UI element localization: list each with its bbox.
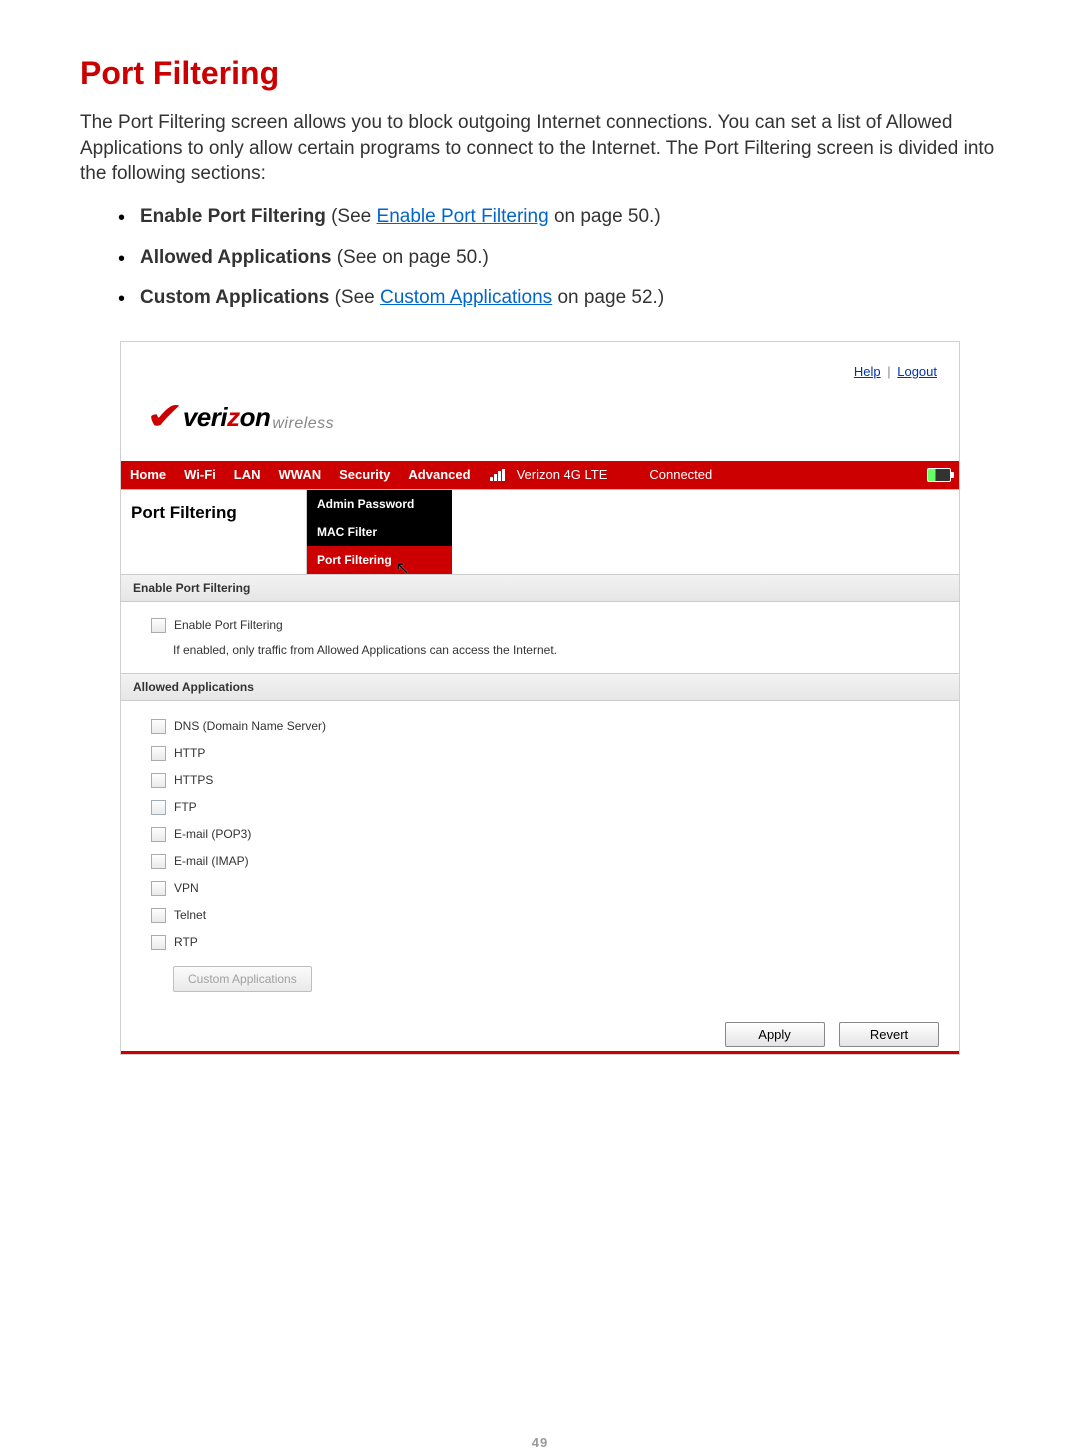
app-checkbox-telnet[interactable] [151,908,166,923]
app-checkbox-http[interactable] [151,746,166,761]
toc-link-enable[interactable]: Enable Port Filtering [377,206,549,227]
toc-item-enable: Enable Port Filtering (See Enable Port F… [140,205,1000,230]
submenu-mac-filter[interactable]: MAC Filter [307,518,452,546]
apply-button[interactable]: Apply [725,1022,825,1047]
app-label: RTP [174,935,198,949]
app-label: HTTP [174,746,205,760]
enable-port-filtering-checkbox[interactable] [151,618,166,633]
logout-link[interactable]: Logout [897,364,937,379]
battery-icon [927,468,951,482]
app-label: HTTPS [174,773,213,787]
intro-paragraph: The Port Filtering screen allows you to … [80,110,1000,187]
revert-button[interactable]: Revert [839,1022,939,1047]
app-checkbox-ftp[interactable] [151,800,166,815]
app-checkbox-pop3[interactable] [151,827,166,842]
app-label: FTP [174,800,197,814]
app-label: DNS (Domain Name Server) [174,719,326,733]
app-checkbox-https[interactable] [151,773,166,788]
logo-check-icon: ✔ [146,406,184,429]
help-link[interactable]: Help [854,364,881,379]
signal-icon [490,469,505,481]
app-checkbox-dns[interactable] [151,719,166,734]
toc-bold: Custom Applications [140,287,329,308]
enable-port-filtering-label: Enable Port Filtering [174,618,283,632]
separator: | [884,364,895,379]
network-label: Verizon 4G LTE [511,461,614,489]
toc-item-allowed: Allowed Applications (See on page 50.) [140,246,1000,271]
app-checkbox-imap[interactable] [151,854,166,869]
custom-applications-button[interactable]: Custom Applications [173,966,312,992]
content-title: Port Filtering [121,490,306,536]
verizon-logo: ✔ verizon wireless [149,383,937,433]
toc-list: Enable Port Filtering (See Enable Port F… [80,205,1000,311]
nav-wwan[interactable]: WWAN [270,461,331,489]
app-checkbox-vpn[interactable] [151,881,166,896]
toc-link-custom[interactable]: Custom Applications [380,287,552,308]
app-label: Telnet [174,908,206,922]
nav-home[interactable]: Home [121,461,175,489]
app-label: E-mail (POP3) [174,827,251,841]
section-header-allowed: Allowed Applications [121,673,959,701]
router-ui-screenshot: Help | Logout ✔ verizon wireless Home Wi… [120,341,960,1055]
submenu-port-filtering[interactable]: Port Filtering [307,546,452,574]
submenu-admin-password[interactable]: Admin Password [307,490,452,518]
app-label: VPN [174,881,199,895]
page-title: Port Filtering [80,55,1000,92]
section-header-enable: Enable Port Filtering [121,574,959,602]
page-number: 49 [80,1435,1000,1450]
nav-security[interactable]: Security [330,461,399,489]
nav-lan[interactable]: LAN [225,461,270,489]
toc-bold: Allowed Applications [140,247,331,268]
toc-item-custom: Custom Applications (See Custom Applicat… [140,286,1000,311]
enable-hint: If enabled, only traffic from Allowed Ap… [173,643,939,657]
security-submenu: Admin Password MAC Filter Port Filtering [307,490,452,574]
nav-advanced[interactable]: Advanced [399,461,479,489]
app-label: E-mail (IMAP) [174,854,249,868]
nav-wifi[interactable]: Wi-Fi [175,461,225,489]
main-nav: Home Wi-Fi LAN WWAN Security Advanced Ve… [121,461,959,489]
app-checkbox-rtp[interactable] [151,935,166,950]
connection-status: Connected [643,461,718,489]
toc-bold: Enable Port Filtering [140,206,326,227]
footer-accent [121,1051,959,1054]
